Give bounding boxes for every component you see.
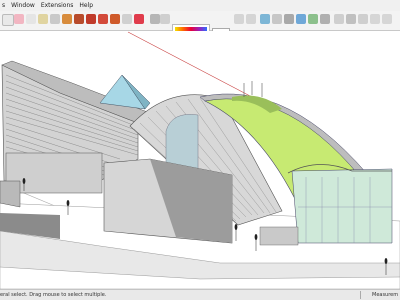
shadows-toggle-icon[interactable]: [234, 14, 244, 24]
line-tool-icon[interactable]: [26, 14, 36, 24]
red-axis-line: [127, 31, 253, 98]
paint-bucket-icon[interactable]: [134, 14, 144, 24]
menu-bar: s Window Extensions Help: [0, 0, 400, 11]
status-bar: eral select. Drag mouse to select multip…: [0, 289, 400, 300]
rectangle-tool-icon[interactable]: [50, 14, 60, 24]
top-view-icon[interactable]: [346, 14, 356, 24]
shaded-style-icon[interactable]: [296, 14, 306, 24]
left-corner-block: [0, 180, 21, 208]
offset-tool-icon[interactable]: [110, 14, 120, 24]
eraser-icon[interactable]: [14, 14, 24, 24]
scale-tool-icon[interactable]: [98, 14, 108, 24]
building-model: [0, 31, 400, 289]
wireframe-style-icon[interactable]: [272, 14, 282, 24]
push-pull-icon[interactable]: [62, 14, 72, 24]
select-tool-icon[interactable]: [2, 14, 14, 26]
move-tool-icon[interactable]: [74, 14, 84, 24]
menu-item-tools[interactable]: s: [2, 0, 5, 11]
entrance-steps: [259, 226, 299, 246]
rotate-tool-icon[interactable]: [86, 14, 96, 24]
monochrome-style-icon[interactable]: [320, 14, 330, 24]
xray-style-icon[interactable]: [260, 14, 270, 24]
iso-view-icon[interactable]: [334, 14, 344, 24]
fog-toggle-icon[interactable]: [246, 14, 256, 24]
tape-measure-icon[interactable]: [122, 14, 132, 24]
glass-pavilion: [291, 168, 393, 244]
measurements-label: Measurem: [372, 292, 399, 298]
menu-item-help[interactable]: Help: [79, 0, 93, 11]
orbit-tool-icon[interactable]: [150, 14, 160, 24]
back-view-icon[interactable]: [382, 14, 392, 24]
shaded-textures-style-icon[interactable]: [308, 14, 318, 24]
left-podium: [5, 152, 103, 194]
arc-tool-icon[interactable]: [38, 14, 48, 24]
menu-item-window[interactable]: Window: [11, 0, 35, 11]
right-view-icon[interactable]: [370, 14, 380, 24]
roof-masts: [243, 81, 263, 97]
menu-item-extensions[interactable]: Extensions: [41, 0, 74, 11]
status-hint-text: eral select. Drag mouse to select multip…: [0, 292, 107, 298]
hidden-line-style-icon[interactable]: [284, 14, 294, 24]
model-viewport[interactable]: [0, 31, 400, 289]
pan-tool-icon[interactable]: [160, 14, 170, 24]
main-toolbar: [0, 11, 400, 40]
front-view-icon[interactable]: [358, 14, 368, 24]
